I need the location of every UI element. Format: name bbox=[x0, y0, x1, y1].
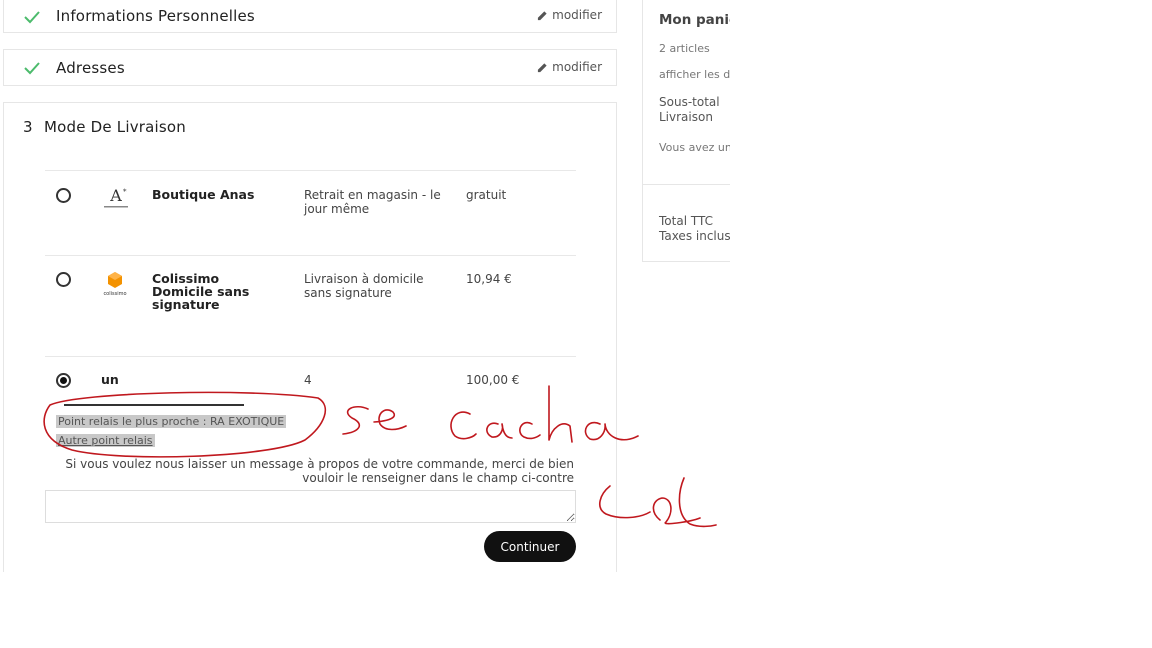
cart-show-details-link[interactable]: afficher les détails bbox=[659, 68, 730, 81]
continue-button[interactable]: Continuer bbox=[484, 531, 576, 562]
carrier-delay: Livraison à domicile sans signature bbox=[304, 272, 424, 300]
subtotal-label: Sous-total bbox=[659, 95, 720, 109]
carrier-price: 100,00 € bbox=[466, 373, 520, 387]
colissimo-logo: colissimo bbox=[103, 272, 127, 297]
check-icon bbox=[24, 62, 40, 75]
carrier-radio[interactable] bbox=[56, 188, 71, 203]
carrier-name: Boutique Anas bbox=[152, 187, 255, 202]
step-number: 3 bbox=[23, 118, 33, 136]
step-title: Adresses bbox=[56, 59, 125, 77]
step-title: Mode De Livraison bbox=[44, 118, 187, 136]
pencil-icon bbox=[538, 62, 547, 72]
svg-text:*: * bbox=[123, 188, 127, 196]
relay-underline bbox=[64, 404, 244, 406]
cart-summary: Mon panier 2 articles afficher les détai… bbox=[642, 0, 730, 262]
anas-logo: A * bbox=[104, 186, 128, 208]
message-label: Si vous voulez nous laisser un message à… bbox=[65, 457, 574, 485]
colissimo-logo-caption: colissimo bbox=[103, 291, 126, 297]
modify-label: modifier bbox=[552, 60, 602, 74]
carrier-price: 10,94 € bbox=[466, 272, 512, 286]
carrier-name: un bbox=[101, 372, 119, 387]
cart-count: 2 articles bbox=[659, 42, 710, 55]
shipping-label: Livraison bbox=[659, 110, 713, 124]
carrier-radio[interactable] bbox=[56, 272, 71, 287]
check-icon bbox=[24, 11, 40, 24]
divider bbox=[45, 170, 576, 171]
divider bbox=[45, 255, 576, 256]
carrier-price: gratuit bbox=[466, 188, 507, 202]
total-label: Total TTC bbox=[659, 214, 713, 228]
pencil-icon bbox=[538, 10, 547, 20]
step-title: Informations Personnelles bbox=[56, 7, 255, 25]
carrier-radio-selected[interactable] bbox=[56, 373, 71, 388]
svg-text:A: A bbox=[109, 186, 122, 205]
order-message-field[interactable] bbox=[45, 490, 576, 523]
other-relay-link[interactable]: Autre point relais bbox=[56, 434, 155, 447]
carrier-name: Colissimo Domicile sans signature bbox=[152, 271, 250, 312]
relay-point-block: Point relais le plus proche : RA EXOTIQU… bbox=[56, 410, 296, 448]
carrier-delay: Retrait en magasin - le jour même bbox=[304, 188, 441, 216]
modify-label: modifier bbox=[552, 8, 602, 22]
divider bbox=[643, 184, 730, 185]
voucher-link[interactable]: Vous avez un code promo ? bbox=[659, 141, 730, 154]
carrier-delay: 4 bbox=[304, 373, 312, 387]
step-delivery: 3 Mode De Livraison A * Boutique Anas Re… bbox=[3, 102, 617, 572]
step-addresses: Adresses modifier bbox=[3, 49, 617, 86]
step-personal-info: Informations Personnelles modifier bbox=[3, 0, 617, 33]
modify-addresses-link[interactable]: modifier bbox=[537, 60, 602, 74]
nearest-relay-text: Point relais le plus proche : RA EXOTIQU… bbox=[56, 415, 287, 428]
divider bbox=[45, 356, 576, 357]
taxes-label: Taxes incluses bbox=[659, 229, 730, 243]
modify-personal-link[interactable]: modifier bbox=[537, 8, 602, 22]
cart-title: Mon panier bbox=[659, 12, 730, 28]
